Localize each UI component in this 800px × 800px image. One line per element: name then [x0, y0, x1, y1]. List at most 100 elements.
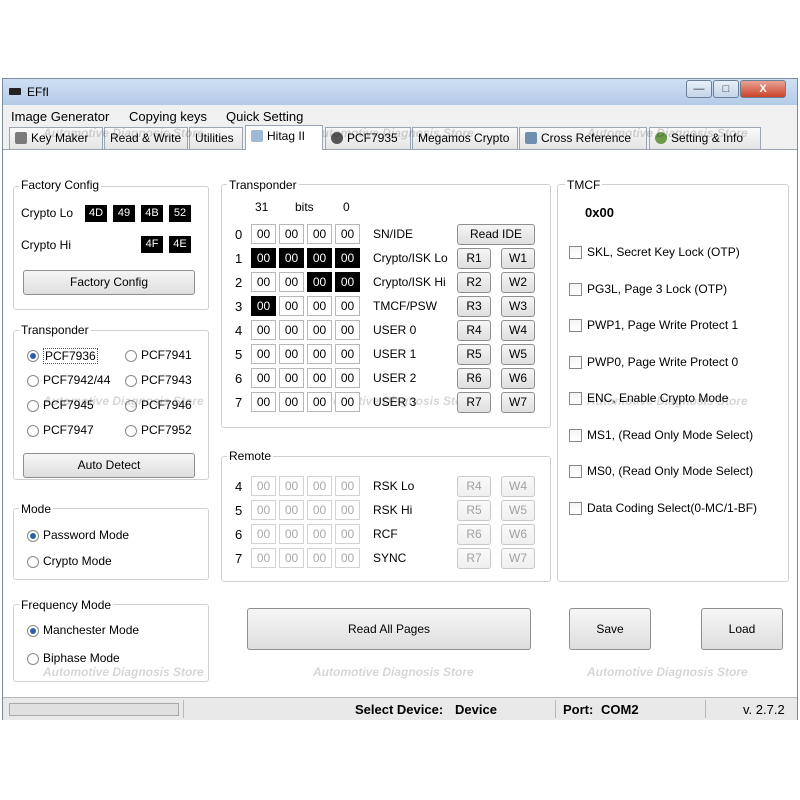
page-byte-cell[interactable]: 00: [251, 368, 276, 388]
remote-byte-cell[interactable]: 00: [335, 548, 360, 568]
remote-write-button[interactable]: W6: [501, 524, 535, 545]
crypto-lo-byte[interactable]: 52: [169, 205, 191, 222]
page-byte-cell[interactable]: 00: [251, 272, 276, 292]
save-button[interactable]: Save: [569, 608, 651, 650]
write-page-button[interactable]: W2: [501, 272, 535, 293]
menu-image-generator[interactable]: Image Generator: [11, 109, 109, 124]
page-byte-cell[interactable]: 00: [307, 224, 332, 244]
remote-byte-cell[interactable]: 00: [251, 500, 276, 520]
page-byte-cell[interactable]: 00: [307, 344, 332, 364]
page-byte-cell[interactable]: 00: [335, 368, 360, 388]
crypto-lo-byte[interactable]: 49: [113, 205, 135, 222]
page-byte-cell[interactable]: 00: [335, 296, 360, 316]
remote-write-button[interactable]: W4: [501, 476, 535, 497]
radio-pcf7945[interactable]: [27, 400, 39, 412]
page-byte-cell[interactable]: 00: [279, 368, 304, 388]
tmcf-checkbox[interactable]: [569, 282, 582, 296]
page-byte-cell[interactable]: 00: [251, 296, 276, 316]
tmcf-checkbox[interactable]: [569, 428, 582, 442]
radio-pcf7943[interactable]: [125, 375, 137, 387]
write-page-button[interactable]: W3: [501, 296, 535, 317]
minimize-button[interactable]: —: [686, 80, 712, 98]
read-page-button[interactable]: R2: [457, 272, 491, 293]
read-page-button[interactable]: R5: [457, 344, 491, 365]
page-byte-cell[interactable]: 00: [251, 224, 276, 244]
page-byte-cell[interactable]: 00: [251, 344, 276, 364]
page-byte-cell[interactable]: 00: [251, 248, 276, 268]
read-page-button[interactable]: R4: [457, 320, 491, 341]
factory-config-button[interactable]: Factory Config: [23, 270, 195, 295]
auto-detect-button[interactable]: Auto Detect: [23, 453, 195, 478]
remote-byte-cell[interactable]: 00: [251, 548, 276, 568]
remote-byte-cell[interactable]: 00: [307, 500, 332, 520]
page-byte-cell[interactable]: 00: [279, 392, 304, 412]
page-byte-cell[interactable]: 00: [335, 248, 360, 268]
menu-copying-keys[interactable]: Copying keys: [129, 109, 207, 124]
page-byte-cell[interactable]: 00: [279, 320, 304, 340]
radio-pcf7941[interactable]: [125, 350, 137, 362]
read-all-pages-button[interactable]: Read All Pages: [247, 608, 531, 650]
radio-pcf7952[interactable]: [125, 425, 137, 437]
page-byte-cell[interactable]: 00: [335, 272, 360, 292]
radio-pcf7947[interactable]: [27, 425, 39, 437]
remote-byte-cell[interactable]: 00: [307, 476, 332, 496]
maximize-button[interactable]: □: [713, 80, 739, 98]
radio-pcf7942-44[interactable]: [27, 375, 39, 387]
remote-byte-cell[interactable]: 00: [251, 476, 276, 496]
radio-password-mode[interactable]: [27, 530, 39, 542]
page-byte-cell[interactable]: 00: [279, 248, 304, 268]
load-button[interactable]: Load: [701, 608, 783, 650]
remote-byte-cell[interactable]: 00: [279, 500, 304, 520]
page-byte-cell[interactable]: 00: [307, 392, 332, 412]
title-bar[interactable]: EFfI — □ X: [3, 79, 797, 105]
read-page-button[interactable]: R6: [457, 368, 491, 389]
radio-crypto-mode[interactable]: [27, 556, 39, 568]
page-byte-cell[interactable]: 00: [335, 224, 360, 244]
tmcf-checkbox[interactable]: [569, 246, 582, 259]
page-byte-cell[interactable]: 00: [307, 272, 332, 292]
radio-pcf7936[interactable]: [27, 350, 39, 362]
page-byte-cell[interactable]: 00: [279, 224, 304, 244]
read-page-button[interactable]: R7: [457, 392, 491, 413]
remote-byte-cell[interactable]: 00: [307, 524, 332, 544]
tmcf-checkbox[interactable]: [569, 392, 582, 405]
page-byte-cell[interactable]: 00: [279, 296, 304, 316]
tab-hitag-ii[interactable]: Hitag II: [245, 125, 323, 150]
page-byte-cell[interactable]: 00: [279, 272, 304, 292]
remote-byte-cell[interactable]: 00: [335, 524, 360, 544]
page-byte-cell[interactable]: 00: [279, 344, 304, 364]
write-page-button[interactable]: W6: [501, 368, 535, 389]
write-page-button[interactable]: W7: [501, 392, 535, 413]
remote-byte-cell[interactable]: 00: [279, 476, 304, 496]
tmcf-checkbox[interactable]: [569, 355, 582, 369]
remote-write-button[interactable]: W5: [501, 500, 535, 521]
page-byte-cell[interactable]: 00: [251, 392, 276, 412]
remote-read-button[interactable]: R5: [457, 500, 491, 521]
tmcf-checkbox[interactable]: [569, 501, 582, 515]
remote-byte-cell[interactable]: 00: [307, 548, 332, 568]
page-byte-cell[interactable]: 00: [251, 320, 276, 340]
remote-read-button[interactable]: R6: [457, 524, 491, 545]
port-value[interactable]: COM2: [601, 702, 639, 717]
read-page-button[interactable]: R3: [457, 296, 491, 317]
close-button[interactable]: X: [740, 80, 786, 98]
page-byte-cell[interactable]: 00: [335, 320, 360, 340]
write-page-button[interactable]: W1: [501, 248, 535, 269]
page-byte-cell[interactable]: 00: [307, 248, 332, 268]
radio-manchester-mode[interactable]: [27, 625, 39, 637]
write-page-button[interactable]: W5: [501, 344, 535, 365]
select-device-value[interactable]: Device: [455, 702, 497, 717]
page-byte-cell[interactable]: 00: [335, 344, 360, 364]
page-byte-cell[interactable]: 00: [307, 368, 332, 388]
tmcf-checkbox[interactable]: [569, 465, 582, 478]
tmcf-checkbox[interactable]: [569, 319, 582, 332]
crypto-hi-byte[interactable]: 4E: [169, 236, 191, 253]
menu-quick-setting[interactable]: Quick Setting: [226, 109, 303, 124]
remote-byte-cell[interactable]: 00: [335, 500, 360, 520]
crypto-lo-byte[interactable]: 4B: [141, 205, 163, 222]
read-page-button[interactable]: R1: [457, 248, 491, 269]
crypto-hi-byte[interactable]: 4F: [141, 236, 163, 253]
remote-write-button[interactable]: W7: [501, 548, 535, 569]
remote-byte-cell[interactable]: 00: [251, 524, 276, 544]
remote-byte-cell[interactable]: 00: [279, 548, 304, 568]
